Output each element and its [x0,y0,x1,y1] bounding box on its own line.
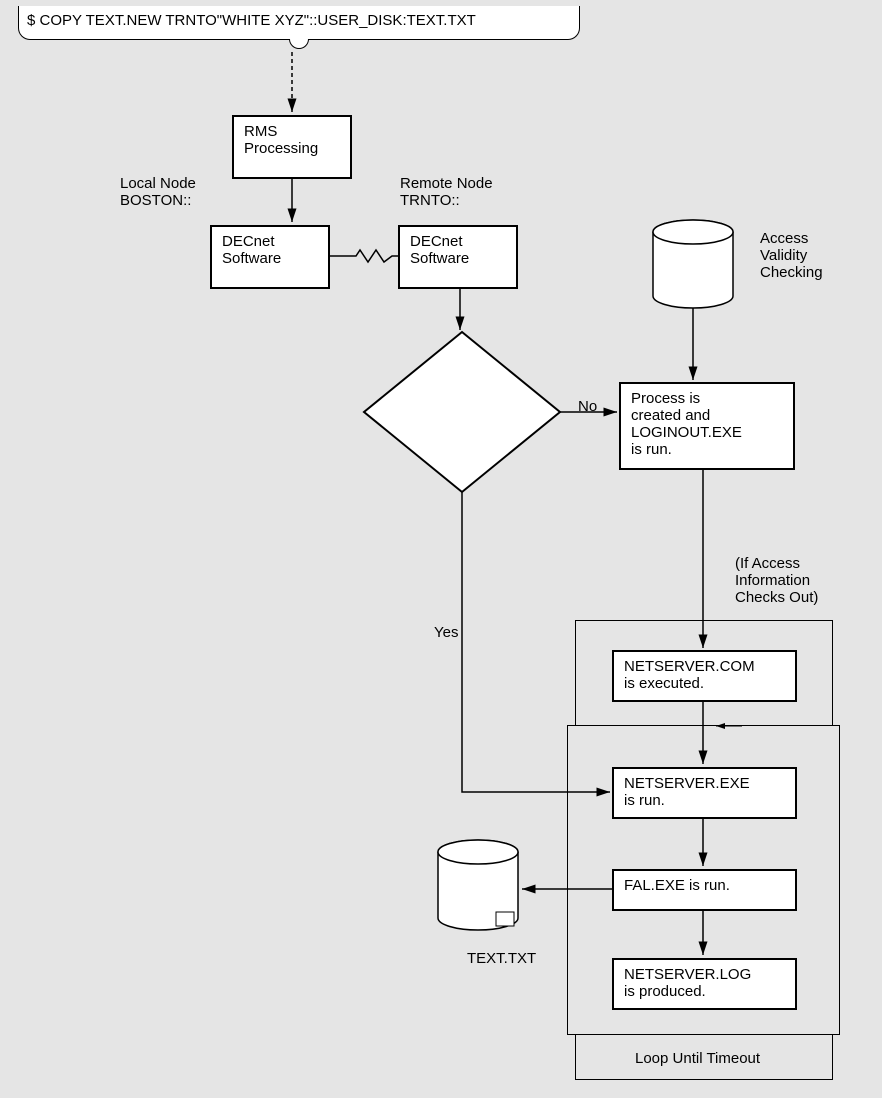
ia-l3: Checks Out) [735,589,818,606]
decision-diamond: Is appropriate NETSERVER process located… [394,361,532,446]
process-created-box: Process is created and LOGINOUT.EXE is r… [619,382,795,470]
pc-l2: created and [631,407,783,424]
dec-l2: appropriate [394,378,532,395]
rms-line2: Processing [244,140,340,157]
pc-l1: Process is [631,390,783,407]
local-node-l2: BOSTON:: [120,192,196,209]
remote-node-l2: TRNTO:: [400,192,493,209]
ud-l2: Disk [460,887,492,904]
edge-yes-label: Yes [434,624,458,641]
user-disk-label: User Disk [460,870,492,904]
ia-l1: (If Access [735,555,818,572]
dec-l3: NETSERVER [394,395,532,412]
decnet-local-box: DECnet Software [210,225,330,289]
dec-l5: located? [394,429,532,446]
flowchart-canvas: $ COPY TEXT.NEW TRNTO"WHITE XYZ"::USER_D… [0,0,882,1098]
decnet-remote-l2: Software [410,250,506,267]
local-node-label: Local Node BOSTON:: [120,175,196,209]
decnet-local-l2: Software [222,250,318,267]
ud-l1: User [460,870,492,887]
ac-l1: Access [760,230,823,247]
dec-l4: process [394,412,532,429]
netserver-exe-box: NETSERVER.EXE is run. [612,767,797,819]
dec-l1: Is [394,361,532,378]
command-brace: $ COPY TEXT.NEW TRNTO"WHITE XYZ"::USER_D… [18,6,580,40]
uaf-label: UAF File [673,250,703,284]
uaf-l2: File [673,267,703,284]
nscom-l1: NETSERVER.COM [624,658,785,675]
ac-l3: Checking [760,264,823,281]
ac-l2: Validity [760,247,823,264]
decnet-remote-l1: DECnet [410,233,506,250]
netserver-com-box: NETSERVER.COM is executed. [612,650,797,702]
nsexe-l2: is run. [624,792,785,809]
user-disk-file-label: TEXT.TXT [467,950,536,967]
pc-l3: LOGINOUT.EXE [631,424,783,441]
command-text: $ COPY TEXT.NEW TRNTO"WHITE XYZ"::USER_D… [27,12,476,29]
ia-l2: Information [735,572,818,589]
nscom-l2: is executed. [624,675,785,692]
remote-node-label: Remote Node TRNTO:: [400,175,493,209]
nsexe-l1: NETSERVER.EXE [624,775,785,792]
local-node-l1: Local Node [120,175,196,192]
fal-l1: FAL.EXE is run. [624,877,785,894]
decnet-remote-box: DECnet Software [398,225,518,289]
loop-label: Loop Until Timeout [635,1050,760,1067]
access-check-label: Access Validity Checking [760,230,823,281]
nslog-l1: NETSERVER.LOG [624,966,785,983]
if-access-label: (If Access Information Checks Out) [735,555,818,606]
netserver-log-box: NETSERVER.LOG is produced. [612,958,797,1010]
rms-line1: RMS [244,123,340,140]
decnet-local-l1: DECnet [222,233,318,250]
fal-exe-box: FAL.EXE is run. [612,869,797,911]
pc-l4: is run. [631,441,783,458]
edge-no-label: No [578,398,597,415]
rms-box: RMS Processing [232,115,352,179]
nslog-l2: is produced. [624,983,785,1000]
uaf-l1: UAF [673,250,703,267]
remote-node-l1: Remote Node [400,175,493,192]
